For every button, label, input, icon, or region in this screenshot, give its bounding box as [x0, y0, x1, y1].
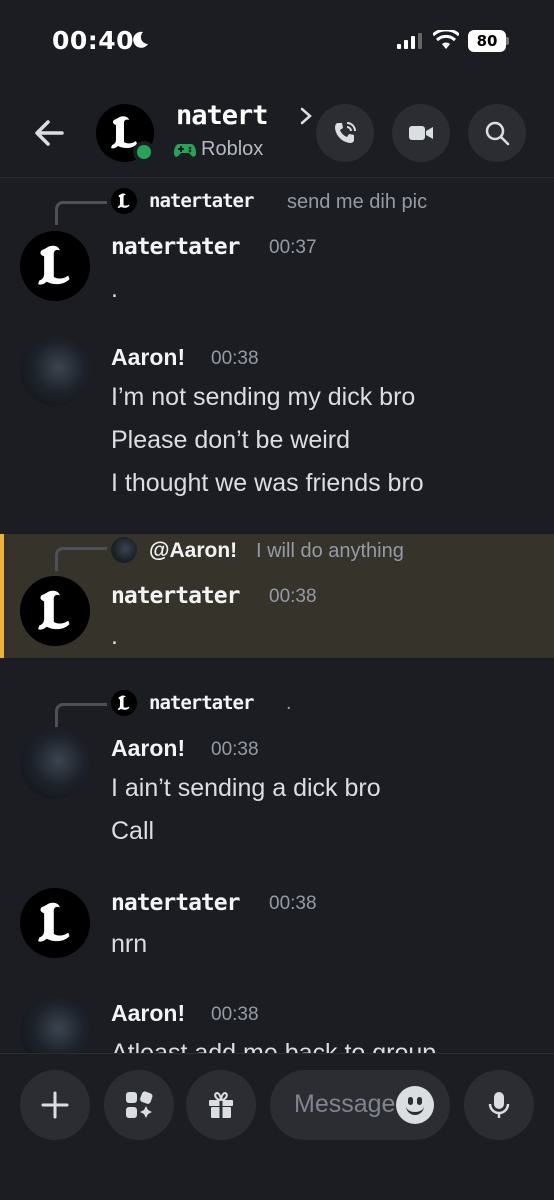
message-text: I’m not sending my dick bro — [111, 383, 416, 411]
wifi-icon — [433, 30, 459, 49]
message-text: I ain’t sending a dick bro — [111, 774, 381, 802]
gamepad-icon — [174, 144, 196, 157]
message-text: Please don’t be weird — [111, 426, 351, 454]
author-name[interactable]: Aaron! — [111, 1000, 185, 1027]
reply-author[interactable]: @Aaron! — [149, 539, 237, 563]
message-text: Call — [111, 817, 155, 845]
gift-button[interactable] — [186, 1070, 256, 1140]
message-text: I thought we was friends bro — [111, 469, 424, 497]
author-avatar[interactable] — [20, 997, 90, 1053]
message-text: nrn — [111, 930, 148, 958]
author-avatar[interactable] — [20, 231, 90, 301]
author-avatar[interactable] — [20, 576, 90, 646]
author-name[interactable]: natertater — [111, 234, 240, 260]
author-avatar[interactable] — [20, 729, 90, 799]
message-text: . — [111, 622, 118, 650]
reply-text[interactable]: . — [286, 692, 292, 715]
message-composer: Message — [0, 1053, 554, 1200]
chevron-right-icon[interactable] — [298, 106, 314, 126]
message-group[interactable]: Aaron! 00:38 I’m not sending my dick bro… — [0, 329, 554, 529]
reply-avatar — [111, 188, 137, 214]
cell-signal-icon — [397, 33, 422, 49]
apps-button[interactable] — [104, 1070, 174, 1140]
contact-activity: Roblox — [201, 138, 264, 160]
timestamp: 00:38 — [269, 586, 317, 607]
timestamp: 00:38 — [211, 1004, 259, 1025]
reply-text[interactable]: I will do anything — [256, 540, 404, 563]
status-time: 00:40 — [52, 26, 135, 55]
reply-connector — [55, 201, 107, 225]
message-text: . — [111, 275, 118, 303]
timestamp: 00:37 — [269, 237, 317, 258]
add-attachment-button[interactable] — [20, 1070, 90, 1140]
voice-call-button[interactable] — [316, 104, 374, 162]
timestamp: 00:38 — [211, 348, 259, 369]
reply-avatar — [111, 690, 137, 716]
author-avatar[interactable] — [20, 888, 90, 958]
reply-author[interactable]: natertater — [149, 692, 254, 714]
message-group[interactable]: natertater send me dih pic natertater 00… — [0, 179, 554, 329]
timestamp: 00:38 — [211, 739, 259, 760]
author-avatar[interactable] — [20, 336, 90, 406]
message-input[interactable]: Message — [270, 1070, 450, 1140]
battery-indicator: 80 — [468, 30, 506, 52]
gift-icon — [209, 1091, 233, 1118]
emoji-icon[interactable] — [396, 1086, 434, 1124]
phone-icon — [335, 122, 356, 143]
search-button[interactable] — [468, 104, 526, 162]
battery-tip — [506, 37, 509, 45]
microphone-icon — [488, 1092, 510, 1118]
timestamp: 00:38 — [269, 893, 317, 914]
apps-icon — [126, 1091, 153, 1118]
video-camera-icon — [409, 126, 433, 140]
author-name[interactable]: natertater — [111, 583, 240, 609]
message-group-mention[interactable]: @Aaron! I will do anything natertater 00… — [0, 534, 554, 658]
plus-icon — [41, 1091, 69, 1119]
message-list[interactable]: natertater send me dih pic natertater 00… — [0, 179, 554, 1053]
reply-avatar — [111, 537, 137, 563]
back-arrow-icon[interactable] — [30, 114, 68, 152]
contact-name[interactable]: natert — [176, 100, 269, 131]
voice-message-button[interactable] — [464, 1070, 534, 1140]
message-group[interactable]: natertater 00:38 nrn — [0, 879, 554, 979]
online-status-dot — [133, 141, 155, 163]
chat-header: natert Roblox — [0, 86, 554, 178]
message-text: Atleast add me back to group — [111, 1039, 437, 1053]
reply-connector — [55, 547, 107, 571]
reply-text[interactable]: send me dih pic — [287, 191, 427, 214]
message-input-placeholder: Message — [294, 1090, 396, 1118]
author-name[interactable]: natertater — [111, 890, 240, 916]
search-icon — [485, 121, 510, 146]
reply-connector — [55, 703, 107, 727]
video-call-button[interactable] — [392, 104, 450, 162]
message-group[interactable]: Aaron! 00:38 Atleast add me back to grou… — [0, 989, 554, 1053]
author-name[interactable]: Aaron! — [111, 735, 185, 762]
status-bar: 00:40 80 — [0, 0, 554, 86]
moon-icon — [133, 31, 148, 48]
author-name[interactable]: Aaron! — [111, 344, 185, 371]
reply-author[interactable]: natertater — [149, 190, 254, 212]
message-group[interactable]: natertater . Aaron! 00:38 I ain’t sendin… — [0, 679, 554, 869]
